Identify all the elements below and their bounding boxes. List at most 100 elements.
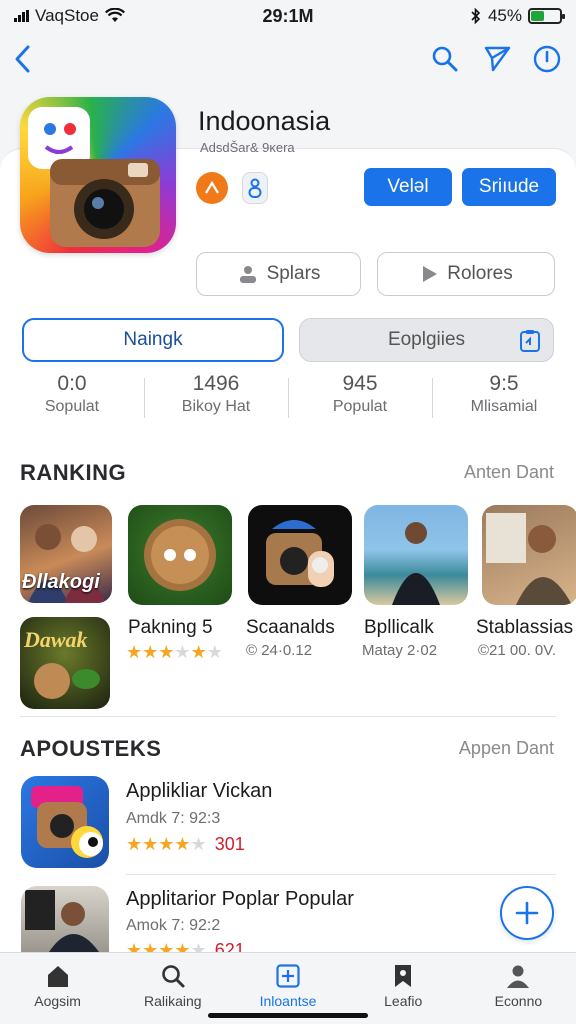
- tab-explore-label: Eoplgiies: [387, 329, 466, 350]
- get-button[interactable]: Veləl: [364, 168, 452, 206]
- ranking-thumb-2[interactable]: [128, 505, 232, 605]
- search-icon: [161, 965, 185, 988]
- stat-item: 945 Populat: [288, 372, 432, 426]
- divider: [126, 874, 556, 875]
- ranking-see-all-link[interactable]: Anten Dant: [464, 462, 554, 483]
- ranking-item-1-stars: ★★★★★★: [126, 642, 223, 662]
- tab-explore[interactable]: Eoplgiies: [299, 318, 554, 362]
- ranking-title: RANKING: [20, 460, 127, 485]
- ranking-item-4-meta: ©21 00. 0V.: [478, 642, 557, 659]
- top-navigation: [0, 32, 576, 88]
- clipboard-icon: [520, 330, 540, 352]
- camera-hand-icon: [266, 520, 334, 587]
- power-icon: [533, 45, 561, 73]
- person-photo-icon: [392, 522, 440, 605]
- svg-text:Dawak: Dawak: [23, 627, 88, 652]
- stat-item: 1496 Bikoy Hat: [144, 372, 288, 426]
- app-title: Indoonasia: [198, 106, 331, 136]
- people-icon: [239, 266, 256, 283]
- stat-label: Bikoy Hat: [181, 398, 251, 415]
- search-button[interactable]: [428, 42, 462, 76]
- add-floating-button[interactable]: [500, 886, 554, 940]
- wifi-icon: [104, 8, 125, 22]
- ranking-thumb-1-text: Ðllakogi: [22, 571, 100, 593]
- list-item-1-name[interactable]: Applikliar Vickan: [126, 780, 272, 803]
- home-icon: [47, 966, 68, 987]
- app-subtitle: AdsdŠar& 9ĸera: [200, 140, 295, 155]
- stat-label: Populat: [332, 398, 388, 415]
- splars-button[interactable]: Splars: [196, 252, 361, 296]
- stat-value: 1496: [192, 372, 240, 395]
- stat-item: 0:0 Sopulat: [0, 372, 144, 426]
- stat-label: Mlisamial: [470, 398, 538, 415]
- divider: [20, 716, 556, 717]
- plus-icon: [515, 901, 539, 925]
- tab-home[interactable]: Aogsim: [0, 953, 115, 1024]
- tab-ranking-label: Naingk: [123, 329, 183, 350]
- tab-library-label: Leafio: [384, 993, 423, 1009]
- ranking-thumb-5[interactable]: [482, 505, 576, 605]
- ranking-item-4-name[interactable]: Stablassias: [476, 617, 573, 639]
- ranking-thumb-1[interactable]: Ðllakogi: [20, 505, 112, 603]
- subscribe-button[interactable]: Sriıude: [462, 168, 556, 206]
- share-button[interactable]: [480, 42, 514, 76]
- list-item-1-icon[interactable]: [21, 776, 109, 868]
- bookmark-icon: [395, 965, 412, 987]
- tab-profile-label: Econno: [494, 993, 543, 1009]
- rating-badge[interactable]: [196, 172, 228, 204]
- home-indicator: [208, 1013, 368, 1018]
- tab-search-label: Ralikaing: [144, 993, 202, 1009]
- tab-add-label: Inloantse: [259, 993, 317, 1009]
- play-icon: [423, 266, 438, 282]
- profile-icon: [507, 965, 530, 988]
- bluetooth-icon: [471, 7, 481, 25]
- apousteks-see-all-link[interactable]: Appen Dant: [459, 738, 554, 759]
- star-rating-icon: ★★★★★: [126, 834, 207, 854]
- splars-label: Splars: [266, 263, 321, 284]
- ranking-item-2-name[interactable]: Scaanalds: [246, 617, 335, 639]
- stat-item: 9:5 Mlisamial: [432, 372, 576, 426]
- ranking-thumb-4[interactable]: [364, 505, 468, 605]
- stat-value: 0:0: [57, 372, 87, 395]
- send-icon: [484, 46, 511, 72]
- apousteks-title: APOUSTEKS: [20, 736, 162, 761]
- app-icon[interactable]: [20, 97, 176, 253]
- list-item-2-icon[interactable]: [21, 886, 109, 952]
- stat-label: Sopulat: [44, 398, 100, 415]
- carrier-name: VaqStoe: [35, 6, 99, 25]
- user-badge[interactable]: [242, 172, 268, 204]
- status-time: 29:1M: [262, 5, 314, 26]
- tab-home-label: Aogsim: [34, 993, 81, 1009]
- camera-app-icon: [28, 107, 160, 247]
- star-rating-icon: ★★★★★: [126, 940, 207, 952]
- signal-icon: [14, 10, 29, 22]
- status-bar: VaqStoe 29:1M 45%: [0, 0, 576, 32]
- camera-app-icon: [31, 786, 103, 858]
- tab-profile[interactable]: Econno: [461, 953, 576, 1024]
- battery-icon: [528, 8, 565, 24]
- ranking-item-1-name[interactable]: Pakning 5: [128, 617, 213, 639]
- ranking-thumb-3[interactable]: [248, 505, 352, 605]
- ranking-thumb-6[interactable]: Dawak: [20, 617, 110, 709]
- rating-count: 301: [214, 834, 245, 854]
- preview-label: Rolores: [447, 263, 513, 284]
- chevron-left-icon: [15, 45, 30, 73]
- person-photo-icon: [25, 890, 99, 952]
- stat-value: 945: [342, 372, 378, 395]
- game-art-icon: Dawak: [23, 627, 100, 699]
- list-item-1-rating: ★★★★★ 301: [126, 834, 245, 855]
- person-icon: [248, 178, 262, 198]
- tab-ranking[interactable]: Naingk: [22, 318, 284, 362]
- list-item-2-name[interactable]: Applitarior Poplar Popular: [126, 888, 354, 911]
- ranking-item-3-meta: Matay 2·02: [362, 642, 438, 659]
- preview-button[interactable]: Rolores: [377, 252, 555, 296]
- power-button[interactable]: [530, 42, 564, 76]
- music-icon: [205, 180, 219, 194]
- list-item-2-rating: ★★★★★ 621: [126, 940, 245, 952]
- person-photo-icon: [486, 513, 572, 605]
- list-item-1-sub: Amdk 7: 92:3: [126, 810, 221, 827]
- back-button[interactable]: [6, 42, 40, 76]
- rating-count: 621: [214, 940, 245, 952]
- ranking-item-3-name[interactable]: Bpllicalk: [364, 617, 434, 639]
- button-face-icon: [144, 519, 216, 591]
